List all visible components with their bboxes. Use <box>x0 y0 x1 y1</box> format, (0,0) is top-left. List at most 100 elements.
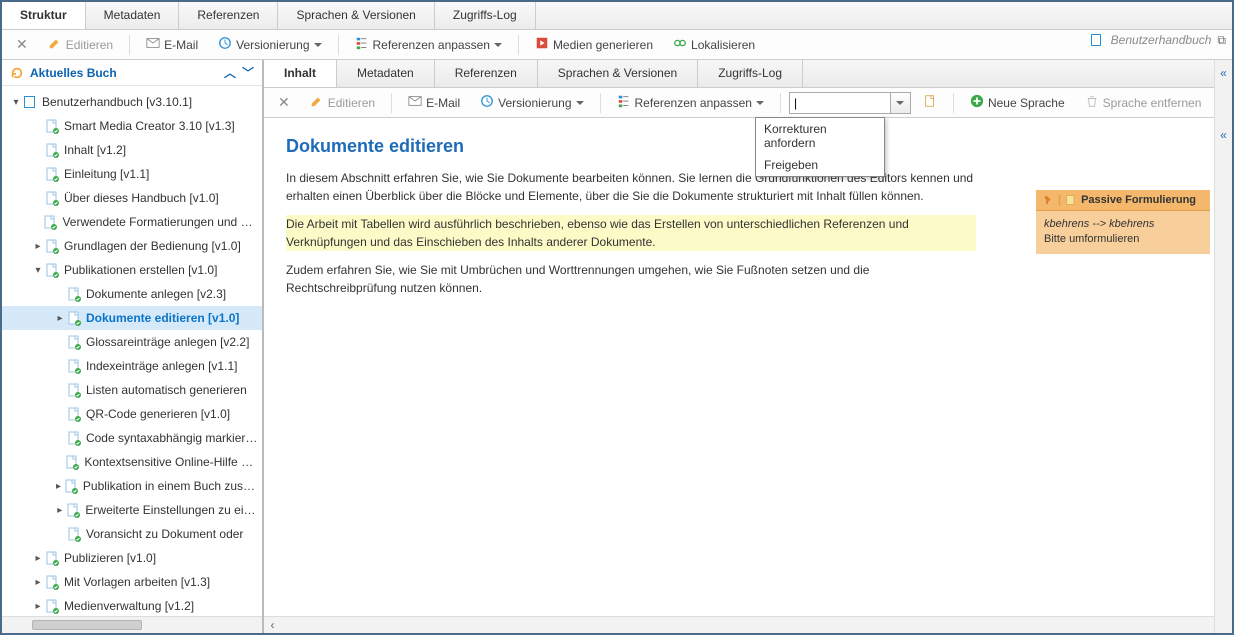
versioning-button[interactable]: Versionierung <box>472 88 591 117</box>
edit-button[interactable]: Editieren <box>40 30 121 59</box>
tree-twisty[interactable]: ▸ <box>54 481 63 492</box>
tree-label: Einleitung [v1.1] <box>64 167 149 181</box>
tree-twisty[interactable]: ▸ <box>32 241 44 252</box>
clock-icon <box>218 36 232 53</box>
close-icon: ✕ <box>278 94 290 111</box>
dropdown-item[interactable]: Korrekturen anfordern <box>756 118 884 154</box>
inner-tab-metadaten[interactable]: Metadaten <box>337 60 435 87</box>
tree-item[interactable]: Glossareinträge anlegen [v2.2] <box>2 330 262 354</box>
tree-view[interactable]: ▾ Benutzerhandbuch [v3.10.1] Smart Media C… <box>2 86 262 616</box>
right-h-scrollbar[interactable]: ‹ › <box>264 616 1232 633</box>
tree-item[interactable]: Einleitung [v1.1] <box>2 162 262 186</box>
workflow-combo[interactable] <box>789 92 911 114</box>
tree-item[interactable]: ▾ Benutzerhandbuch [v3.10.1] <box>2 90 262 114</box>
side-strip: « « <box>1214 60 1232 633</box>
refresh-icon[interactable] <box>10 66 24 80</box>
document-icon <box>66 334 82 350</box>
tree-twisty[interactable]: ▸ <box>32 553 44 564</box>
comment-card[interactable]: | Passive Formulierung kbehrens --> kbeh… <box>1036 190 1210 254</box>
scroll-left-icon[interactable]: ‹ <box>264 618 281 632</box>
document-icon <box>44 166 60 182</box>
tree-twisty[interactable]: ▾ <box>32 265 44 276</box>
mail-icon <box>146 36 160 53</box>
tree-item[interactable]: QR-Code generieren [v1.0] <box>2 402 262 426</box>
outer-tab-struktur[interactable]: Struktur <box>2 2 86 29</box>
tree-item[interactable]: ▸ Medienverwaltung [v1.2] <box>2 594 262 616</box>
refs-label: Referenzen anpassen <box>635 96 752 110</box>
tree-item[interactable]: ▸Publizieren [v1.0] <box>2 546 262 570</box>
tree-item[interactable]: ▸ Grundlagen der Bedienung [v1.0] <box>2 234 262 258</box>
tree-twisty[interactable]: ▸ <box>32 601 44 612</box>
combo-dropdown-button[interactable] <box>890 93 910 113</box>
edit-button[interactable]: Editieren <box>302 88 383 117</box>
tree-twisty[interactable]: ▸ <box>54 505 65 516</box>
tree-label: Grundlagen der Bedienung [v1.0] <box>64 239 241 253</box>
tree-item[interactable]: ▸Dokumente editieren [v1.0] <box>2 306 262 330</box>
dropdown-item[interactable]: Freigeben <box>756 154 884 176</box>
versioning-button[interactable]: Versionierung <box>210 30 329 59</box>
document-icon <box>66 358 82 374</box>
tree-item[interactable]: Dokumente anlegen [v2.3] <box>2 282 262 306</box>
document-icon <box>44 550 60 566</box>
email-button[interactable]: E-Mail <box>138 30 206 59</box>
tree-twisty[interactable]: ▸ <box>54 313 66 324</box>
delete-language-button[interactable]: Sprache entfernen <box>1077 88 1210 117</box>
tree-twisty[interactable]: ▸ <box>32 577 44 588</box>
tree-label: Voransicht zu Dokument oder <box>86 527 243 541</box>
mail-icon <box>408 94 422 111</box>
inner-tab-sprachen-versionen[interactable]: Sprachen & Versionen <box>538 60 698 87</box>
tree-item[interactable]: ▸Mit Vorlagen arbeiten [v1.3] <box>2 570 262 594</box>
tree-label: Benutzerhandbuch [v3.10.1] <box>42 95 192 109</box>
document-icon <box>44 238 60 254</box>
tree-item[interactable]: Voransicht zu Dokument oder <box>2 522 262 546</box>
tree-item[interactable]: ▾Publikationen erstellen [v1.0] <box>2 258 262 282</box>
tree-item[interactable]: Inhalt [v1.2] <box>2 138 262 162</box>
outer-tab-referenzen[interactable]: Referenzen <box>179 2 278 29</box>
generate-media-button[interactable]: Medien generieren <box>527 30 661 59</box>
tree-item[interactable]: Kontextsensitive Online-Hilfe erstellen <box>2 450 262 474</box>
chevron-up-icon[interactable]: ︿ <box>224 64 236 81</box>
workflow-dropdown-menu: Korrekturen anfordernFreigeben <box>755 117 885 177</box>
inner-tab-inhalt[interactable]: Inhalt <box>264 60 337 87</box>
comment-title: Passive Formulierung <box>1081 194 1196 206</box>
tree-item[interactable]: Über dieses Handbuch [v1.0] <box>2 186 262 210</box>
close-button[interactable]: ✕ <box>270 88 298 117</box>
localize-button[interactable]: Lokalisieren <box>665 30 763 59</box>
tree-label: QR-Code generieren [v1.0] <box>86 407 230 421</box>
left-h-scrollbar[interactable] <box>2 616 262 633</box>
tree-item[interactable]: Listen automatisch generieren <box>2 378 262 402</box>
adjust-refs-button[interactable]: Referenzen anpassen <box>347 30 510 59</box>
comment-text: Bitte umformulieren <box>1044 233 1139 245</box>
adjust-refs-button[interactable]: Referenzen anpassen <box>609 88 772 117</box>
comment-header: | Passive Formulierung <box>1036 190 1210 211</box>
workflow-input[interactable] <box>790 93 890 113</box>
new-language-label: Neue Sprache <box>988 96 1065 110</box>
inner-tab-zugriffs-log[interactable]: Zugriffs-Log <box>698 60 803 87</box>
versioning-label: Versionierung <box>498 96 571 110</box>
outer-tab-sprachen-versionen[interactable]: Sprachen & Versionen <box>278 2 434 29</box>
close-button[interactable]: ✕ <box>8 30 36 59</box>
chevron-down-icon[interactable]: ﹀ <box>242 64 254 81</box>
expand-icon[interactable]: ⧉ <box>1217 33 1226 48</box>
outer-tab-zugriffs-log[interactable]: Zugriffs-Log <box>435 2 536 29</box>
tree-item[interactable]: Verwendete Formatierungen und Symbole <box>2 210 262 234</box>
email-label: E-Mail <box>426 96 460 110</box>
tree-label: Medienverwaltung [v1.2] <box>64 599 194 613</box>
email-button[interactable]: E-Mail <box>400 88 468 117</box>
scroll-thumb[interactable] <box>32 620 142 630</box>
new-language-button[interactable]: Neue Sprache <box>962 88 1073 117</box>
tree-item[interactable]: ▸Publikation in einem Buch zusammenfasse… <box>2 474 262 498</box>
collapse-strip-icon-2[interactable]: « <box>1220 128 1227 142</box>
comment-author: kbehrens --> kbehrens <box>1044 218 1154 230</box>
tree-twisty[interactable]: ▾ <box>10 97 22 108</box>
tree-label: Erweiterte Einstellungen zu einem <box>85 503 258 517</box>
collapse-strip-icon[interactable]: « <box>1220 66 1227 80</box>
manual-link[interactable]: Benutzerhandbuch ⧉ <box>1089 32 1226 48</box>
tree-item[interactable]: Smart Media Creator 3.10 [v1.3] <box>2 114 262 138</box>
tree-item[interactable]: Indexeinträge anlegen [v1.1] <box>2 354 262 378</box>
tree-item[interactable]: ▸ Erweiterte Einstellungen zu einem <box>2 498 262 522</box>
inner-tab-referenzen[interactable]: Referenzen <box>435 60 538 87</box>
tree-item[interactable]: Code syntaxabhängig markieren <box>2 426 262 450</box>
outer-tab-metadaten[interactable]: Metadaten <box>86 2 180 29</box>
new-doc-button[interactable] <box>915 88 945 117</box>
